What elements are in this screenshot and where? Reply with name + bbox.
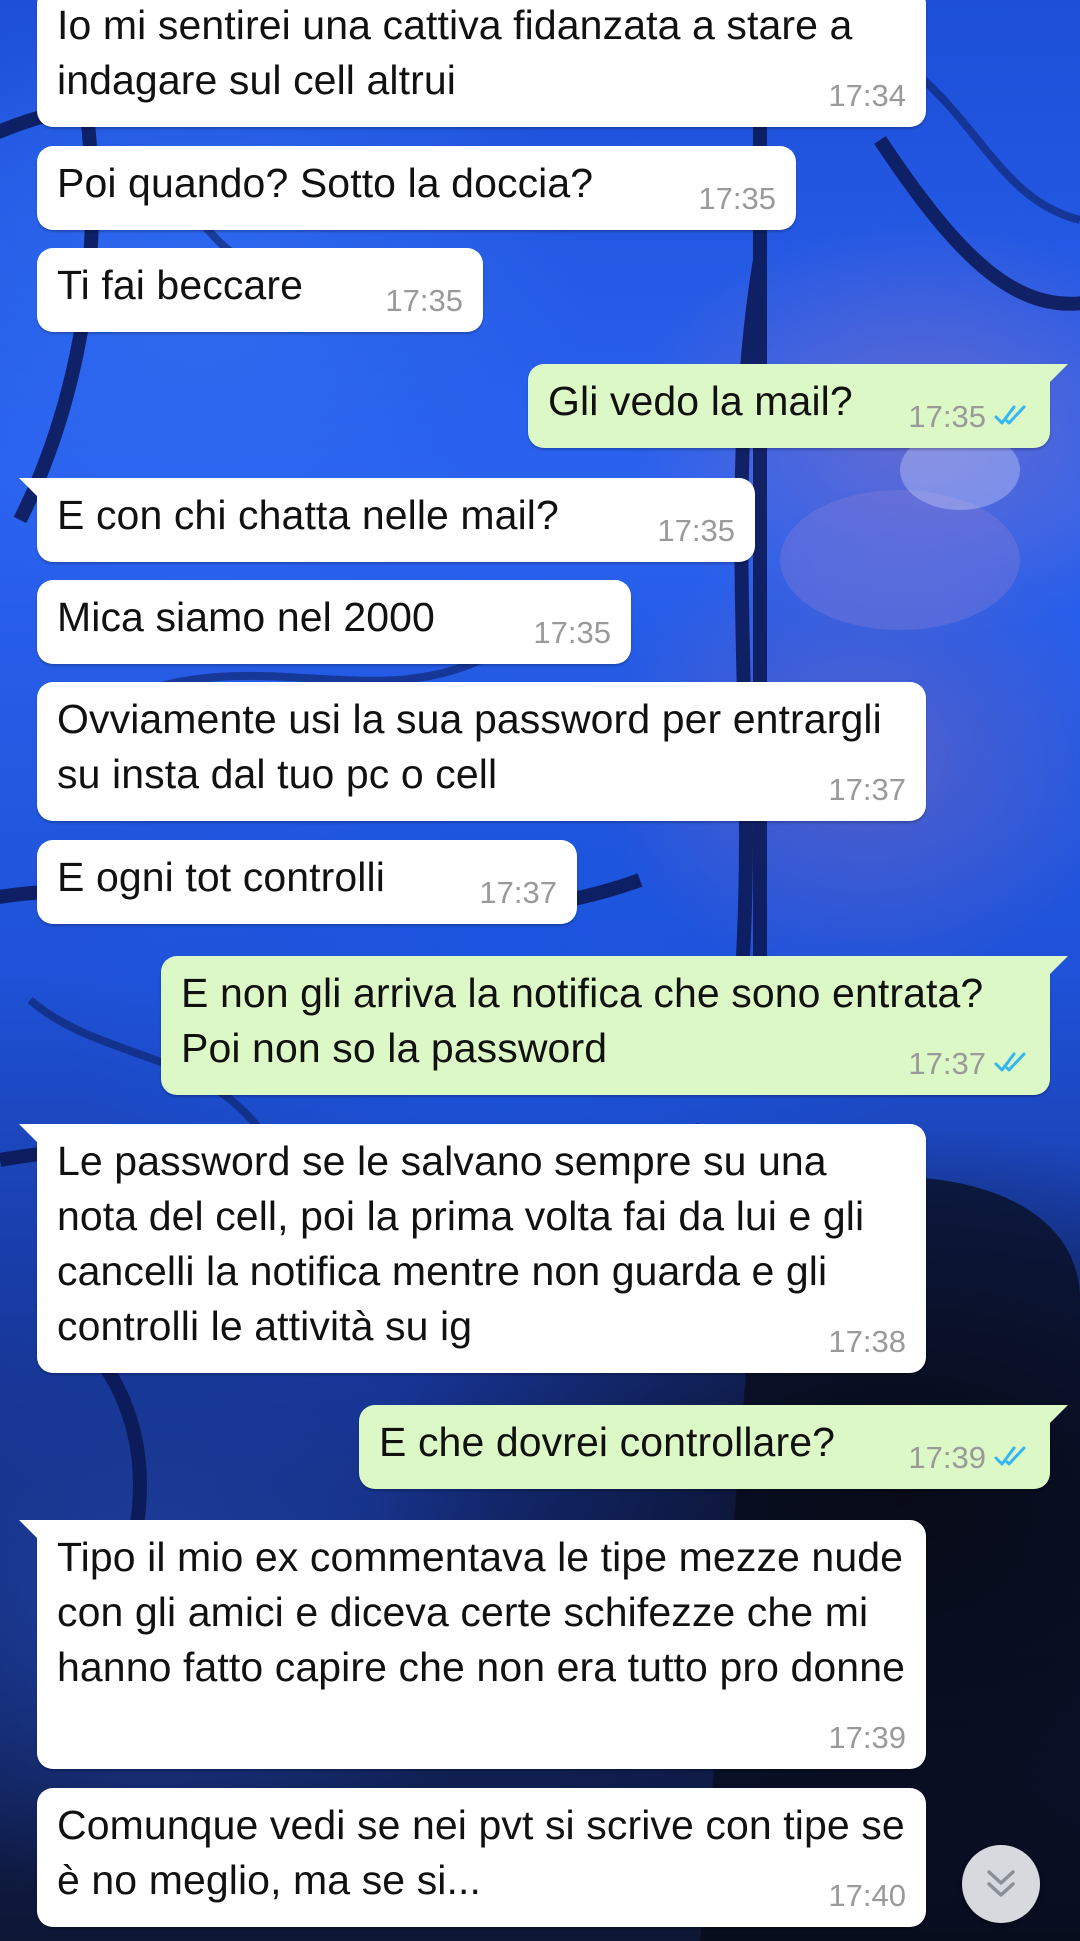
message-text: E non gli arriva la notifica che sono en… [181,970,984,1071]
message-time-value: 17:37 [479,875,557,910]
message-text: Tipo il mio ex commentava le tipe mezze … [57,1534,906,1690]
message-incoming[interactable]: Poi quando? Sotto la doccia? 17:35 [37,146,796,230]
message-time-value: 17:34 [828,78,906,113]
message-incoming[interactable]: Comunque vedi se nei pvt si scrive con t… [37,1788,926,1927]
message-time: 17:35 [385,284,463,318]
message-incoming[interactable]: Ti fai beccare 17:35 [37,248,483,332]
message-time: 17:39 [908,1441,1030,1475]
message-outgoing[interactable]: E che dovrei controllare? 17:39 [359,1405,1068,1489]
message-time: 17:35 [533,616,611,650]
message-text: Le password se le salvano sempre su una … [57,1138,865,1349]
message-time-value: 17:39 [828,1720,906,1755]
message-incoming[interactable]: Tipo il mio ex commentava le tipe mezze … [19,1520,926,1769]
read-double-check-icon [994,1052,1026,1072]
message-time-value: 17:35 [657,513,735,548]
message-text: Poi quando? Sotto la doccia? [57,160,594,206]
message-time-value: 17:39 [908,1440,986,1475]
message-text: Mica siamo nel 2000 [57,594,435,640]
message-incoming[interactable]: Le password se le salvano sempre su una … [19,1124,926,1373]
message-time: 17:40 [828,1879,906,1913]
message-incoming[interactable]: E ogni tot controlli 17:37 [37,840,577,924]
message-time-value: 17:40 [828,1878,906,1913]
message-time: 17:38 [828,1325,906,1359]
message-time: 17:37 [828,773,906,807]
message-time: 17:34 [828,79,906,113]
message-text: E con chi chatta nelle mail? [57,492,559,538]
message-time-value: 17:35 [698,181,776,216]
message-incoming[interactable]: Io mi sentirei una cattiva fidanzata a s… [37,0,926,127]
message-time: 17:39 [828,1721,906,1755]
message-incoming[interactable]: Mica siamo nel 2000 17:35 [37,580,631,664]
message-time: 17:37 [479,876,557,910]
message-text: Ovviamente usi la sua password per entra… [57,696,882,797]
message-outgoing[interactable]: E non gli arriva la notifica che sono en… [161,956,1068,1095]
message-time-value: 17:35 [908,399,986,434]
message-time: 17:35 [698,182,776,216]
scroll-to-bottom-button[interactable] [962,1845,1040,1923]
message-time: 17:35 [657,514,735,548]
message-text: Gli vedo la mail? [548,378,853,424]
message-outgoing[interactable]: Gli vedo la mail? 17:35 [528,364,1068,448]
message-text: E che dovrei controllare? [379,1419,836,1465]
message-list[interactable]: Io mi sentirei una cattiva fidanzata a s… [0,0,1080,1941]
double-chevron-down-icon [987,1870,1015,1897]
message-time-value: 17:37 [908,1046,986,1081]
message-time-value: 17:38 [828,1324,906,1359]
message-text: Io mi sentirei una cattiva fidanzata a s… [57,2,853,103]
message-text: Comunque vedi se nei pvt si scrive con t… [57,1802,905,1903]
message-text: E ogni tot controlli [57,854,385,900]
message-time: 17:35 [908,400,1030,434]
message-time-value: 17:35 [385,283,463,318]
read-double-check-icon [994,405,1026,425]
message-incoming[interactable]: E con chi chatta nelle mail? 17:35 [19,478,755,562]
read-double-check-icon [994,1446,1026,1466]
message-incoming[interactable]: Ovviamente usi la sua password per entra… [37,682,926,821]
message-time-value: 17:37 [828,772,906,807]
message-text: Ti fai beccare [57,262,303,308]
message-time-value: 17:35 [533,615,611,650]
message-time: 17:37 [908,1047,1030,1081]
